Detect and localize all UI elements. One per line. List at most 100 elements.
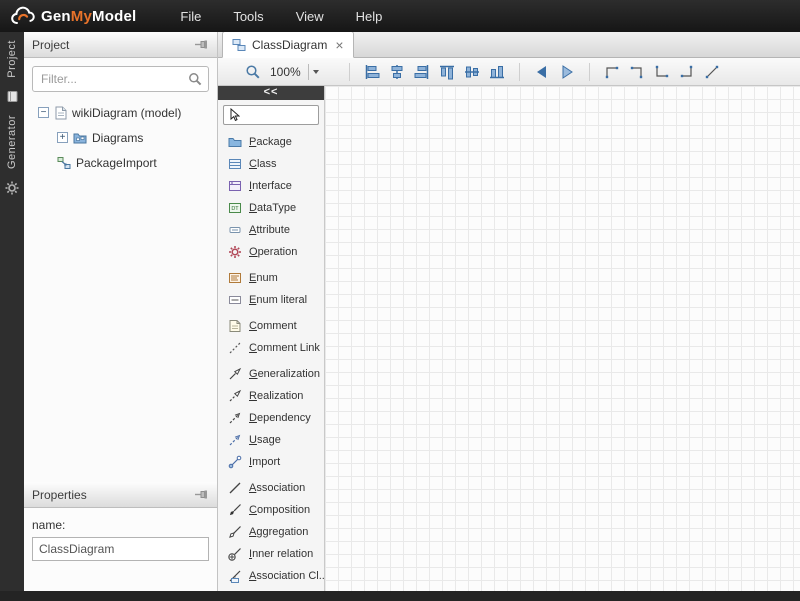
tree-item-wikidiagram-model[interactable]: − wikiDiagram (model) (24, 100, 217, 125)
flip-right-icon[interactable] (556, 61, 578, 83)
filter-input[interactable] (32, 66, 209, 92)
palette-item-class[interactable]: Class (218, 153, 324, 175)
genmymodel-logo: GenMyModel (0, 6, 146, 26)
palette-item-enum[interactable]: Enum (218, 267, 324, 289)
palette-item-attribute[interactable]: Attribute (218, 219, 324, 241)
palette-item-enum-literal[interactable]: Enum literal (218, 289, 324, 311)
palette-item-realization[interactable]: Realization (218, 385, 324, 407)
filter-wrap (32, 66, 209, 92)
palette-item-comment[interactable]: Comment (218, 315, 324, 337)
app-root: GenMyModel File Tools View Help Project … (0, 0, 800, 601)
properties-body: name: (24, 508, 217, 569)
zoom-icon[interactable] (242, 61, 264, 83)
operation-icon (228, 245, 242, 259)
align-right-icon[interactable] (411, 61, 433, 83)
palette-item-interface[interactable]: Interface (218, 175, 324, 197)
usage-icon (228, 433, 242, 447)
palette-item-dependency[interactable]: Dependency (218, 407, 324, 429)
realization-icon (228, 389, 242, 403)
align-center-icon[interactable] (386, 61, 408, 83)
menu-tools[interactable]: Tools (217, 3, 279, 30)
menubar: File Tools View Help (164, 3, 398, 30)
properties-panel-header: Properties (24, 482, 217, 508)
palette-item-generalization[interactable]: Generalization (218, 363, 324, 385)
menu-file[interactable]: File (164, 3, 217, 30)
rail-tab-generator[interactable]: Generator (6, 115, 18, 169)
palette-item-label: Enum literal (249, 294, 307, 306)
collapse-expander-icon[interactable]: − (38, 107, 49, 118)
project-panel: Project − (24, 32, 218, 482)
cloud-logo-icon (10, 6, 36, 26)
zoom-dropdown-icon[interactable] (308, 64, 319, 80)
align-middle-icon[interactable] (461, 61, 483, 83)
enum-icon (228, 271, 242, 285)
align-top-icon[interactable] (436, 61, 458, 83)
pin-icon[interactable] (195, 40, 209, 49)
palette-item-label: Realization (249, 390, 303, 402)
palette-item-aggregation[interactable]: Aggregation (218, 521, 324, 543)
toolbar-separator (589, 63, 590, 81)
palette-item-association-cl[interactable]: Association Cl... (218, 565, 324, 587)
align-bottom-icon[interactable] (486, 61, 508, 83)
routing-corner-bl-icon[interactable] (651, 61, 673, 83)
menu-help[interactable]: Help (340, 3, 399, 30)
palette-item-label: Association Cl... (249, 570, 325, 582)
notebook-icon[interactable] (6, 90, 19, 103)
routing-corner-tl-icon[interactable] (601, 61, 623, 83)
selection-tool[interactable] (223, 105, 319, 125)
menu-view[interactable]: View (280, 3, 340, 30)
project-tree: − wikiDiagram (model) + (24, 96, 217, 175)
palette-item-datatype[interactable]: DTDataType (218, 197, 324, 219)
palette-item-association[interactable]: Association (218, 477, 324, 499)
diagram-canvas[interactable] (325, 86, 800, 591)
import-icon (228, 455, 242, 469)
routing-oblique-icon[interactable] (701, 61, 723, 83)
tab-classdiagram[interactable]: ClassDiagram × (222, 31, 354, 58)
left-rail: Project Generator (0, 32, 24, 591)
palette-item-label: Association (249, 482, 305, 494)
datatype-icon: DT (228, 201, 242, 215)
editor-toolbar: 100% (218, 58, 800, 86)
palette-item-import[interactable]: Import (218, 451, 324, 473)
palette-item-inner-relation[interactable]: Inner relation (218, 543, 324, 565)
tree-item-packageimport[interactable]: PackageImport (24, 150, 217, 175)
palette-item-label: Class (249, 158, 277, 170)
rail-tab-project[interactable]: Project (6, 40, 18, 78)
comment-icon (228, 319, 242, 333)
tree-item-label: wikiDiagram (model) (72, 106, 181, 120)
gear-icon[interactable] (5, 181, 19, 195)
interface-icon (228, 179, 242, 193)
routing-corner-tr-icon[interactable] (626, 61, 648, 83)
palette-item-label: Aggregation (249, 526, 308, 538)
tree-item-diagrams[interactable]: + Diagrams (24, 125, 217, 150)
tab-close-icon[interactable]: × (335, 39, 343, 51)
palette-item-composition[interactable]: Composition (218, 499, 324, 521)
association-icon (228, 481, 242, 495)
name-input[interactable] (32, 537, 209, 561)
toolbar-separator (349, 63, 350, 81)
routing-corner-br-icon[interactable] (676, 61, 698, 83)
palette-item-label: Interface (249, 180, 292, 192)
palette-group: Generalization Realization DependencyUsage… (218, 363, 324, 473)
palette-item-usage[interactable]: Usage (218, 429, 324, 451)
palette-collapse-button[interactable]: << (218, 86, 324, 100)
palette-item-label: Import (249, 456, 280, 468)
svg-text:DT: DT (231, 206, 239, 212)
palette-item-comment-link[interactable]: Comment Link (218, 337, 324, 359)
palette: << Package Class Interface DTDataTypeAttrib… (218, 86, 325, 591)
palette-item-operation[interactable]: Operation (218, 241, 324, 263)
palette-item-package[interactable]: Package (218, 131, 324, 153)
tabbar: ClassDiagram × (218, 32, 800, 58)
name-label: name: (32, 518, 209, 532)
inner-relation-icon (228, 547, 242, 561)
folder-icon (73, 132, 87, 144)
zoom-level[interactable]: 100% (267, 65, 304, 79)
palette-item-label: Composition (249, 504, 310, 516)
association-class-icon (228, 569, 242, 583)
align-left-icon[interactable] (361, 61, 383, 83)
pin-icon[interactable] (195, 490, 209, 499)
flip-left-icon[interactable] (531, 61, 553, 83)
expand-expander-icon[interactable]: + (57, 132, 68, 143)
palette-item-label: Operation (249, 246, 297, 258)
topbar: GenMyModel File Tools View Help (0, 0, 800, 32)
